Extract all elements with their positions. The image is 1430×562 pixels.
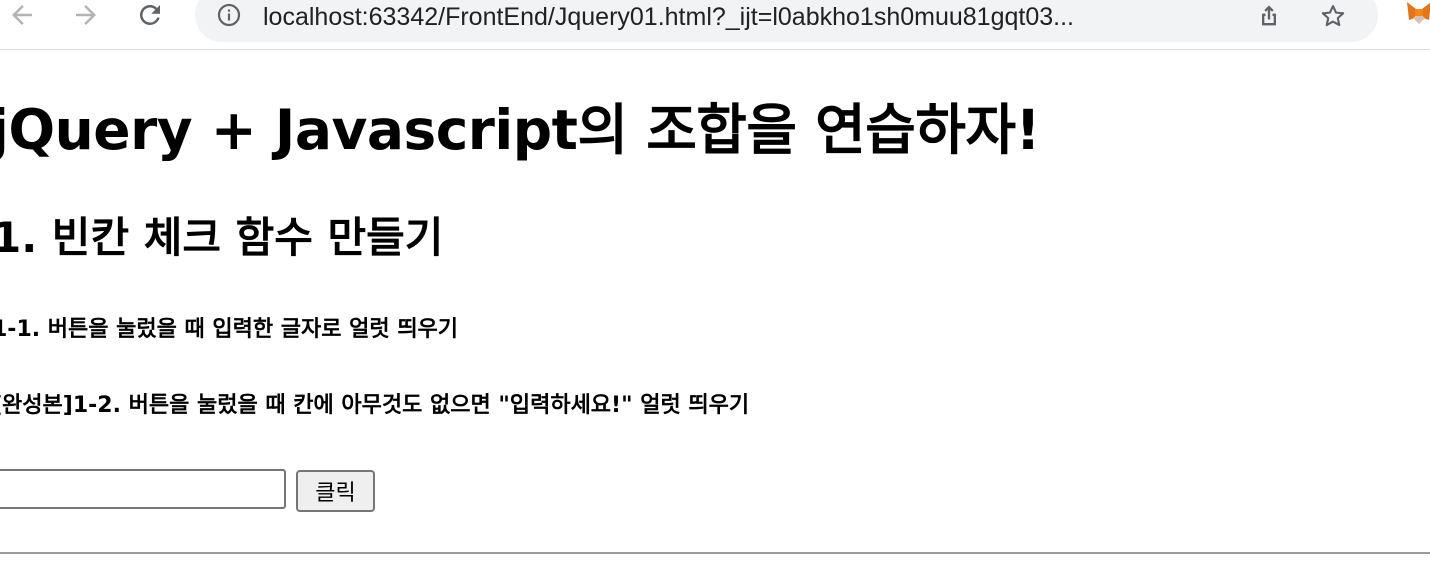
metamask-fox-icon[interactable] bbox=[1403, 0, 1430, 28]
browser-toolbar: localhost:63342/FrontEnd/Jquery01.html?_… bbox=[0, 0, 1430, 50]
url-text[interactable]: localhost:63342/FrontEnd/Jquery01.html?_… bbox=[263, 2, 1243, 32]
site-info-icon[interactable] bbox=[217, 3, 241, 27]
reload-icon[interactable] bbox=[132, 0, 168, 30]
forward-icon[interactable] bbox=[68, 0, 104, 30]
back-icon[interactable] bbox=[4, 0, 40, 30]
text-input[interactable] bbox=[0, 469, 286, 509]
bookmark-star-icon[interactable] bbox=[1319, 2, 1347, 30]
address-bar[interactable]: localhost:63342/FrontEnd/Jquery01.html?_… bbox=[195, 0, 1378, 42]
click-button[interactable]: 클릭 bbox=[296, 470, 375, 512]
step-1-heading: 1-1. 버튼을 눌렀을 때 입력한 글자로 얼럿 띄우기 bbox=[0, 317, 459, 342]
section-title: 1. 빈칸 체크 함수 만들기 bbox=[0, 213, 444, 262]
horizontal-rule bbox=[0, 552, 1430, 554]
step-2-heading: [완성본]1-2. 버튼을 눌렀을 때 칸에 아무것도 없으면 "입력하세요!"… bbox=[0, 393, 750, 418]
page-content: jQuery + Javascript의 조합을 연습하자! 1. 빈칸 체크 … bbox=[0, 50, 1430, 562]
share-icon[interactable] bbox=[1255, 2, 1283, 30]
page-title: jQuery + Javascript의 조합을 연습하자! bbox=[0, 98, 1041, 162]
